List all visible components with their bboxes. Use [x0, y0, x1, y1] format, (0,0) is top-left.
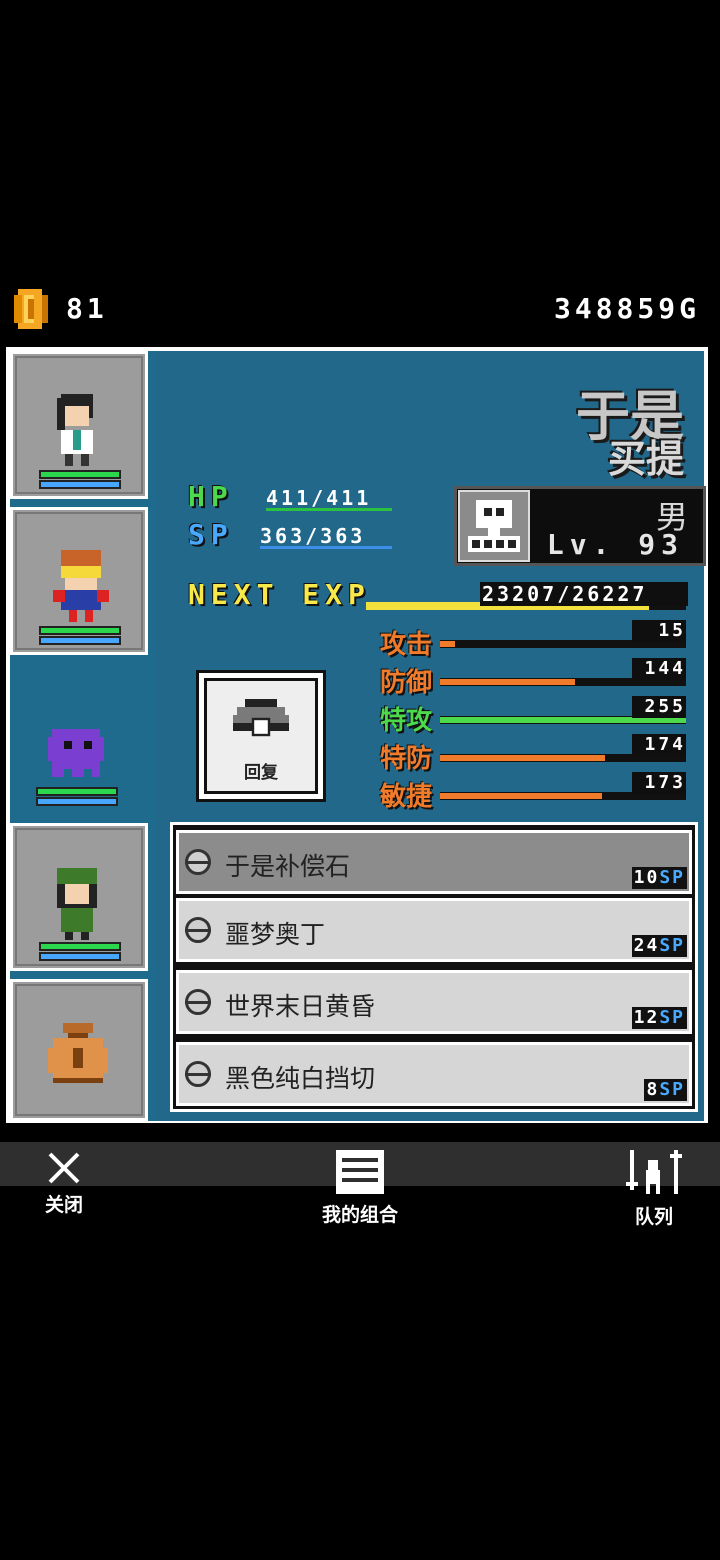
soldier-girl-sprite-icon — [57, 868, 97, 940]
skill-cost: 10SP — [631, 867, 687, 889]
party-slot-3[interactable] — [10, 663, 156, 823]
sp-label: SP — [188, 518, 234, 551]
party-column — [10, 351, 156, 1121]
girl-sprite-icon — [57, 394, 93, 466]
stat-label-defense: 防御 — [380, 668, 433, 698]
exp-value: 23207/26227 — [480, 582, 688, 606]
sword-figure-icon — [626, 1150, 682, 1194]
stat-value-attack: 15 — [632, 620, 686, 642]
skull-icon — [468, 500, 520, 552]
stat-fill-special-defense — [440, 755, 605, 761]
stat-label-special-attack: 特攻 — [380, 706, 433, 736]
sp-value: 363/363 — [260, 524, 392, 549]
skill-ball-icon — [185, 989, 211, 1015]
skill-name: 噩梦奥丁 — [225, 920, 326, 949]
next-exp-label: NEXT EXP — [188, 578, 371, 611]
queue-label: 队列 — [634, 1206, 673, 1228]
stat-label-attack: 攻击 — [380, 630, 433, 660]
skill-ball-icon — [185, 1061, 211, 1087]
stat-value-special-attack: 255 — [632, 696, 686, 718]
ghost-sprite-icon — [48, 729, 104, 777]
stat-value-agility: 173 — [632, 772, 686, 794]
hp-label: HP — [188, 480, 234, 513]
skill-cost: 8SP — [644, 1079, 687, 1101]
party-slot-1[interactable] — [10, 351, 148, 499]
capture-ball-icon — [233, 699, 289, 747]
close-button[interactable]: 关闭 — [34, 1148, 94, 1217]
recover-label: 回复 — [244, 763, 278, 783]
stat-fill-attack — [440, 641, 455, 647]
bag-icon — [48, 1023, 108, 1083]
my-combo-button[interactable]: 我的组合 — [314, 1148, 406, 1227]
stat-label-agility: 敏捷 — [380, 782, 433, 812]
stat-fill-agility — [440, 793, 602, 799]
stat-value-defense: 144 — [632, 658, 686, 680]
stat-fill-defense — [440, 679, 575, 685]
gold-count: 348859G — [553, 292, 700, 325]
skill-item-1[interactable]: 于是补偿石 10SP — [176, 830, 692, 894]
skill-cost: 24SP — [631, 935, 687, 957]
character-name-line2: 买提 — [607, 437, 684, 481]
skill-name: 于是补偿石 — [225, 852, 351, 881]
skill-name: 世界末日黄昏 — [225, 992, 376, 1021]
coin-count: 81 — [66, 292, 108, 325]
skill-item-3[interactable]: 世界末日黄昏 12SP — [176, 970, 692, 1034]
hero-sprite-icon — [53, 550, 109, 622]
skill-ball-icon — [185, 849, 211, 875]
skill-ball-icon — [185, 917, 211, 943]
close-icon — [48, 1152, 80, 1184]
skill-item-2[interactable]: 噩梦奥丁 24SP — [176, 898, 692, 962]
list-icon — [336, 1150, 384, 1194]
party-slot-2[interactable] — [10, 507, 148, 655]
party-slot-item[interactable] — [10, 979, 148, 1121]
hp-value: 411/411 — [266, 486, 392, 511]
skill-item-4[interactable]: 黑色纯白挡切 8SP — [176, 1042, 692, 1106]
party-slot-4[interactable] — [10, 823, 148, 971]
stat-label-special-defense: 特防 — [380, 744, 433, 774]
queue-button[interactable]: 队列 — [622, 1148, 686, 1229]
level-label: Lv. 93 — [546, 528, 684, 561]
coin-icon — [14, 289, 48, 329]
skill-cost: 12SP — [631, 1007, 687, 1029]
type-emblem — [458, 490, 530, 562]
stat-value-special-defense: 174 — [632, 734, 686, 756]
skill-name: 黑色纯白挡切 — [225, 1064, 376, 1093]
my-combo-label: 我的组合 — [321, 1204, 398, 1226]
close-label: 关闭 — [44, 1194, 83, 1216]
